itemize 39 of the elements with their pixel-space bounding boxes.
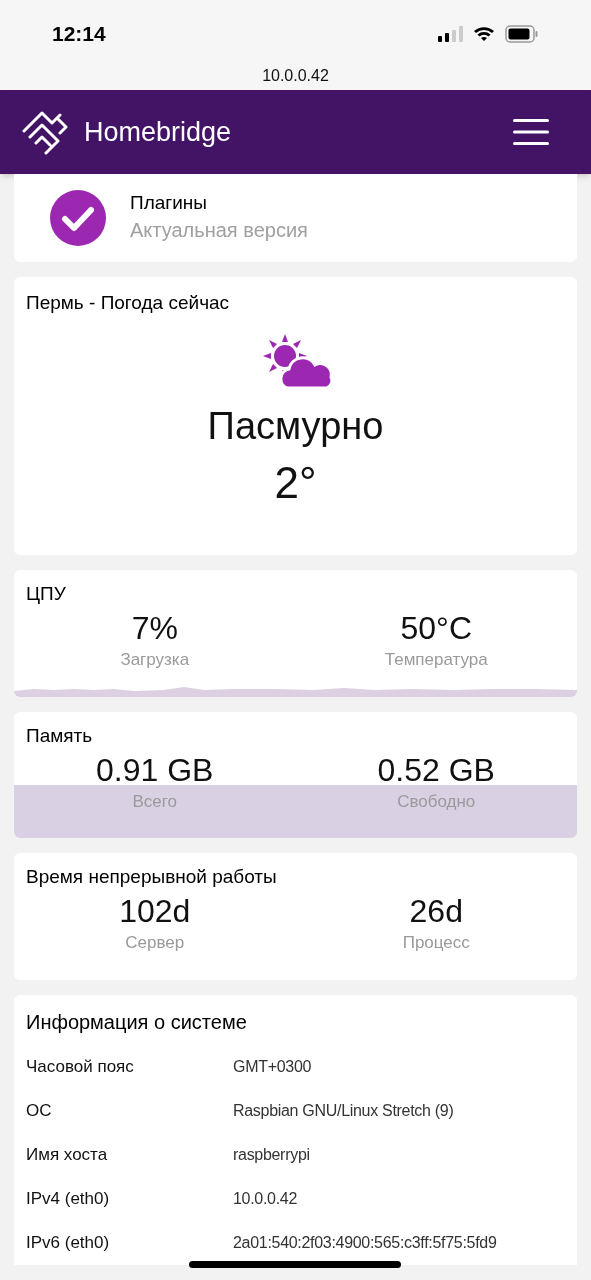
info-value: GMT+0300 [233,1057,312,1077]
battery-icon [505,24,539,43]
weather-temperature: 2° [274,456,317,509]
stat-value: 7% [131,608,178,647]
stat-value: 0.91 GB [96,750,214,789]
stat-value: 0.52 GB [377,750,495,789]
wifi-icon [473,25,495,42]
card-subtitle: Актуальная версия [130,218,308,243]
stat-value: 26d [409,891,463,930]
clock: 12:14 [52,21,106,47]
stat-label: Процесс [402,931,470,954]
app-title: Homebridge [84,115,232,149]
url-text: 10.0.0.42 [262,65,329,86]
info-label: IPv6 (eth0) [26,1232,111,1255]
stat-label: Температура [384,648,488,671]
stat-label: Загрузка [120,648,190,671]
card-title: Информация о системе [26,1010,248,1035]
info-value: raspberrypi [233,1145,310,1165]
info-value: 2a01:540:2f03:4900:565:c3ff:5f75:5fd9 [233,1233,497,1253]
stat-value: 102d [119,891,191,930]
logo-icon [22,109,70,155]
card-title: Время непрерывной работы [25,865,278,889]
info-label: IPv4 (eth0) [26,1188,111,1211]
weather-condition: Пасмурно [207,403,384,449]
card-title: Память [25,724,94,748]
info-value: Raspbian GNU/Linux Stretch (9) [233,1101,454,1121]
info-label: ОС [26,1100,53,1123]
menu-icon[interactable] [513,119,549,145]
stat-value: 50°C [400,608,472,647]
card-title: ЦПУ [25,582,67,606]
stat-label: Всего [132,790,178,813]
info-label: Часовой пояс [26,1056,135,1079]
stat-label: Сервер [125,931,185,954]
stat-label: Свободно [397,790,476,813]
info-value: 10.0.0.42 [233,1189,298,1209]
card-title: Пермь - Погода сейчас [26,291,231,315]
info-label: Имя хоста [26,1144,109,1167]
signal-icon [437,24,463,43]
card-title: Плагины [130,191,208,215]
